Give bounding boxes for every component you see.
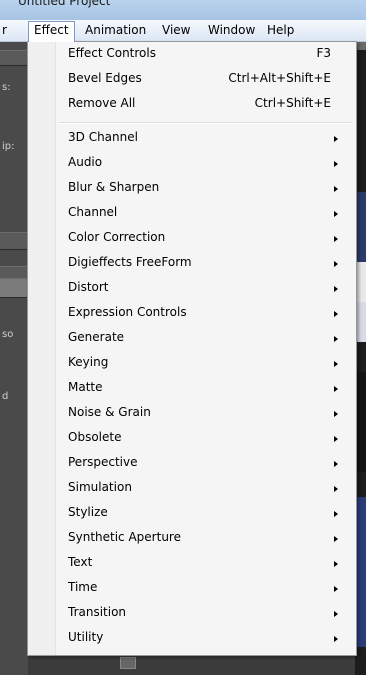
menu-item-noise-grain[interactable]: Noise & Grain <box>28 401 356 426</box>
menu-item-simulation[interactable]: Simulation <box>28 476 356 501</box>
menu-effect[interactable]: Effect <box>28 21 75 42</box>
submenu-arrow-icon <box>334 136 338 142</box>
submenu-arrow-icon <box>334 186 338 192</box>
menu-item-label: Perspective <box>68 455 138 469</box>
submenu-arrow-icon <box>334 461 338 467</box>
submenu-arrow-icon <box>334 486 338 492</box>
menu-item-label: Synthetic Aperture <box>68 530 181 544</box>
menu-item-label: Channel <box>68 205 118 219</box>
menu-item-blur-sharpen[interactable]: Blur & Sharpen <box>28 176 356 201</box>
menu-item-generate[interactable]: Generate <box>28 326 356 351</box>
submenu-arrow-icon <box>334 386 338 392</box>
menu-item-label: Keying <box>68 355 109 369</box>
menu-item-label: 3D Channel <box>68 130 138 144</box>
menu-item-label: Matte <box>68 380 103 394</box>
menu-item-expression-controls[interactable]: Expression Controls <box>28 301 356 326</box>
menu-item-label: Color Correction <box>68 230 166 244</box>
submenu-arrow-icon <box>334 236 338 242</box>
panel-strip <box>0 278 28 298</box>
menu-item-label: Expression Controls <box>68 305 187 319</box>
menu-item-time[interactable]: Time <box>28 576 356 601</box>
panel-label: so <box>2 329 14 340</box>
menu-item-bevel-edges[interactable]: Bevel Edges Ctrl+Alt+Shift+E <box>28 67 356 92</box>
background-left-panel: s: ip: so d <box>0 42 28 675</box>
window-titlebar: Untitled Project <box>0 0 366 20</box>
menu-bar: r Effect Animation View Window Help <box>0 20 366 42</box>
menu-item-channel[interactable]: Channel <box>28 201 356 226</box>
submenu-arrow-icon <box>334 411 338 417</box>
submenu-arrow-icon <box>334 511 338 517</box>
menu-item-distort[interactable]: Distort <box>28 276 356 301</box>
menu-item-keying[interactable]: Keying <box>28 351 356 376</box>
submenu-arrow-icon <box>334 161 338 167</box>
menu-item-label: Remove All <box>68 96 136 110</box>
submenu-arrow-icon <box>334 636 338 642</box>
menu-item-perspective[interactable]: Perspective <box>28 451 356 476</box>
menu-item-label: Effect Controls <box>68 46 156 60</box>
window-title: Untitled Project <box>18 0 111 8</box>
menu-item-stylize[interactable]: Stylize <box>28 501 356 526</box>
menu-item-label: Digieffects FreeForm <box>68 255 192 269</box>
submenu-arrow-icon <box>334 311 338 317</box>
submenu-arrow-icon <box>334 586 338 592</box>
menu-item-utility[interactable]: Utility <box>28 626 356 651</box>
menu-item-shortcut: F3 <box>316 46 331 60</box>
submenu-arrow-icon <box>334 611 338 617</box>
menu-item-matte[interactable]: Matte <box>28 376 356 401</box>
menu-help[interactable]: Help <box>262 22 299 39</box>
panel-label: ip: <box>2 141 15 152</box>
menu-item-label: Time <box>68 580 98 594</box>
menu-prev-truncated[interactable]: r <box>0 22 12 39</box>
menu-separator <box>58 122 352 124</box>
submenu-arrow-icon <box>334 211 338 217</box>
menu-item-label: Generate <box>68 330 125 344</box>
menu-item-shortcut: Ctrl+Shift+E <box>254 96 331 110</box>
effect-dropdown-menu: Effect Controls F3 Bevel Edges Ctrl+Alt+… <box>27 41 357 656</box>
submenu-arrow-icon <box>334 286 338 292</box>
panel-strip <box>0 50 28 66</box>
submenu-arrow-icon <box>334 561 338 567</box>
background-bottom-bar <box>28 655 355 675</box>
menu-item-remove-all[interactable]: Remove All Ctrl+Shift+E <box>28 92 356 117</box>
submenu-arrow-icon <box>334 261 338 267</box>
submenu-arrow-icon <box>334 361 338 367</box>
menu-item-3d-channel[interactable]: 3D Channel <box>28 126 356 151</box>
panel-strip <box>0 232 28 250</box>
menu-item-obsolete[interactable]: Obsolete <box>28 426 356 451</box>
menu-item-label: Bevel Edges <box>68 71 142 85</box>
menu-item-label: Text <box>68 555 93 569</box>
menu-item-audio[interactable]: Audio <box>28 151 356 176</box>
menu-item-label: Transition <box>68 605 127 619</box>
menu-item-color-correction[interactable]: Color Correction <box>28 226 356 251</box>
scroll-thumb[interactable] <box>120 657 136 669</box>
menu-item-label: Blur & Sharpen <box>68 180 160 194</box>
menu-item-label: Obsolete <box>68 430 122 444</box>
menu-window[interactable]: Window <box>203 22 260 39</box>
menu-item-transition[interactable]: Transition <box>28 601 356 626</box>
menu-item-digieffects-freeform[interactable]: Digieffects FreeForm <box>28 251 356 276</box>
menu-item-label: Simulation <box>68 480 132 494</box>
menu-item-text[interactable]: Text <box>28 551 356 576</box>
submenu-arrow-icon <box>334 436 338 442</box>
menu-item-synthetic-aperture[interactable]: Synthetic Aperture <box>28 526 356 551</box>
panel-label: s: <box>2 82 11 93</box>
menu-item-label: Stylize <box>68 505 108 519</box>
menu-item-label: Audio <box>68 155 103 169</box>
menu-item-shortcut: Ctrl+Alt+Shift+E <box>228 71 331 85</box>
menu-animation[interactable]: Animation <box>80 22 151 39</box>
panel-label: d <box>2 391 9 402</box>
menu-item-label: Distort <box>68 280 109 294</box>
menu-view[interactable]: View <box>157 22 195 39</box>
menu-item-label: Noise & Grain <box>68 405 151 419</box>
menu-item-effect-controls[interactable]: Effect Controls F3 <box>28 42 356 67</box>
menu-item-label: Utility <box>68 630 104 644</box>
submenu-arrow-icon <box>334 536 338 542</box>
submenu-arrow-icon <box>334 336 338 342</box>
